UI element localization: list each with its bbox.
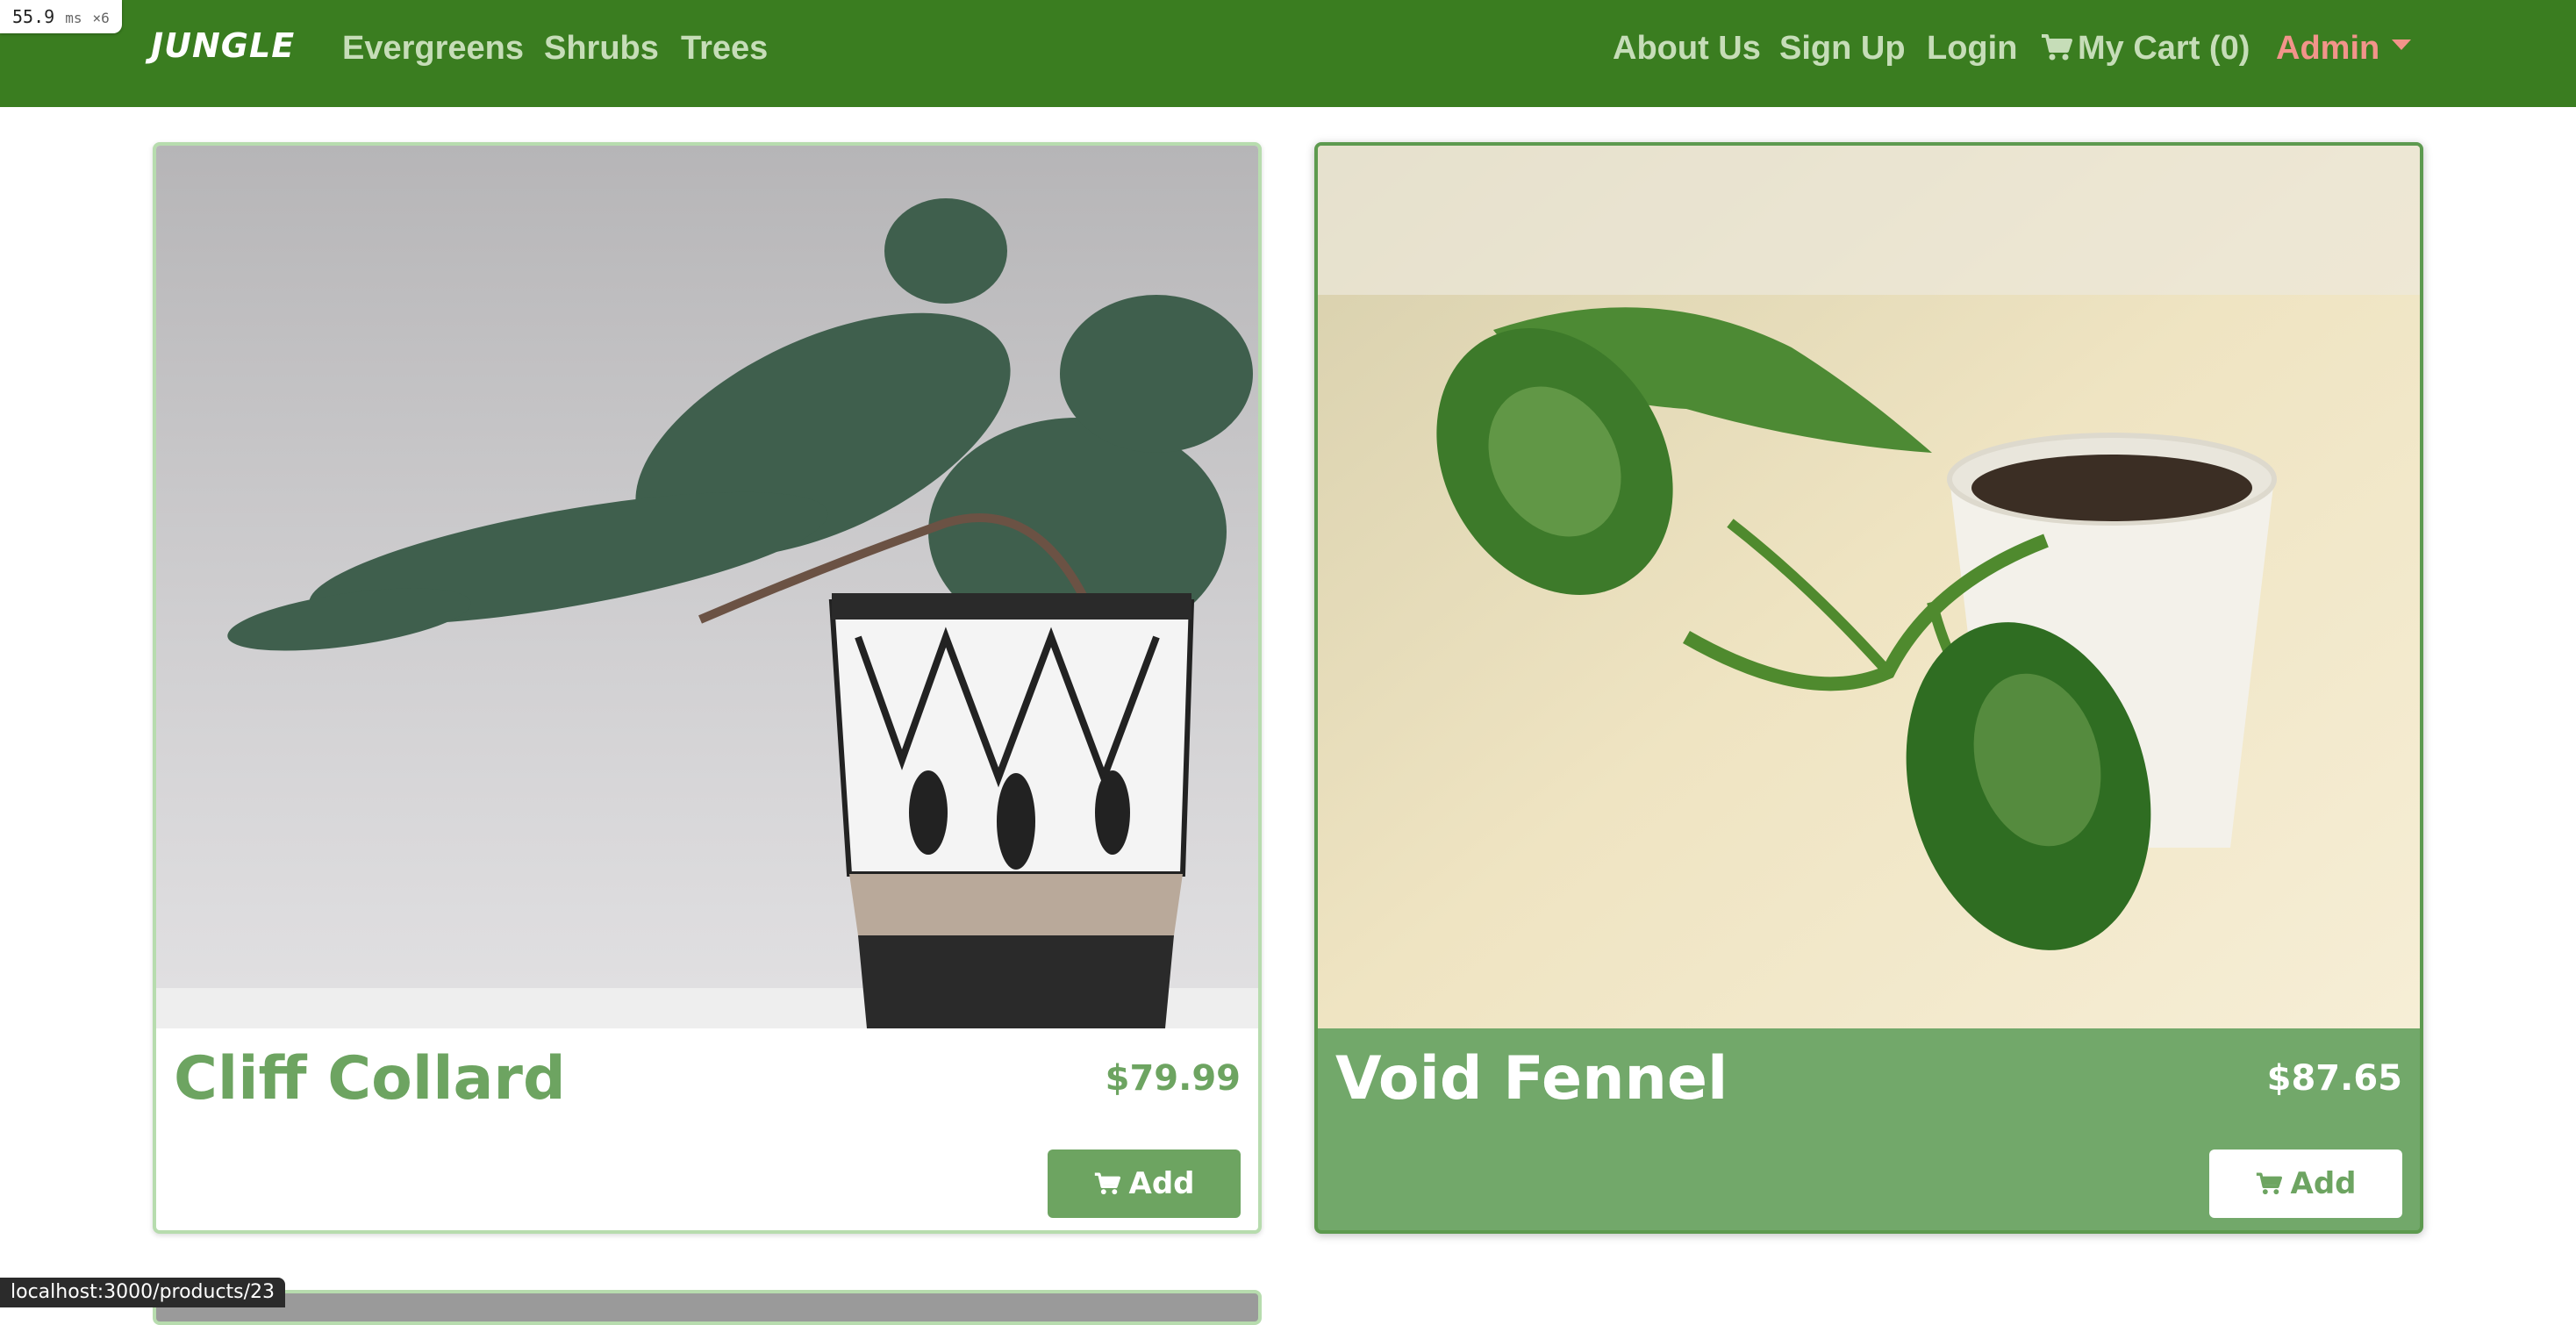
perf-unit: ms: [65, 10, 82, 26]
nav-link-cart[interactable]: My Cart (0): [2041, 30, 2250, 68]
admin-dropdown[interactable]: Admin: [2276, 30, 2412, 68]
add-to-cart-button[interactable]: Add: [1048, 1150, 1241, 1218]
nav-link-trees[interactable]: Trees: [681, 30, 768, 68]
product-image: [156, 146, 1258, 1028]
admin-label: Admin: [2276, 30, 2380, 67]
perf-value: 55.9: [12, 6, 55, 27]
brand-logo[interactable]: JUNGLE: [151, 26, 295, 65]
navbar: JUNGLE Evergreens Shrubs Trees About Us …: [0, 0, 2576, 107]
add-to-cart-button[interactable]: Add: [2209, 1150, 2402, 1218]
cart-icon: [1094, 1172, 1120, 1195]
product-price: $87.65: [2266, 1058, 2402, 1099]
cart-label: My Cart (0): [2078, 30, 2250, 67]
product-card-cliff-collard[interactable]: Cliff Collard $79.99 Add: [153, 142, 1262, 1234]
product-name[interactable]: Cliff Collard: [174, 1044, 566, 1114]
nav-link-shrubs[interactable]: Shrubs: [544, 30, 659, 68]
product-price: $79.99: [1105, 1058, 1241, 1099]
add-label: Add: [1128, 1166, 1195, 1201]
product-name[interactable]: Void Fennel: [1335, 1044, 1728, 1114]
product-image: [1318, 146, 2420, 1028]
nav-link-evergreens[interactable]: Evergreens: [342, 30, 524, 68]
nav-link-about[interactable]: About Us: [1613, 30, 1761, 68]
perf-badge: 55.9 ms ×6: [0, 0, 122, 33]
product-card-partial[interactable]: [153, 1290, 1262, 1325]
status-bar-url: localhost:3000/products/23: [0, 1278, 286, 1307]
nav-link-signup[interactable]: Sign Up: [1779, 30, 1906, 68]
nav-link-login[interactable]: Login: [1927, 30, 2017, 68]
perf-multiplier: ×6: [92, 10, 110, 26]
cart-icon: [2256, 1172, 2282, 1195]
product-card-void-fennel[interactable]: Void Fennel $87.65 Add: [1314, 142, 2423, 1234]
chevron-down-icon: [2392, 39, 2412, 50]
add-label: Add: [2290, 1166, 2357, 1201]
cart-icon: [2042, 33, 2072, 61]
